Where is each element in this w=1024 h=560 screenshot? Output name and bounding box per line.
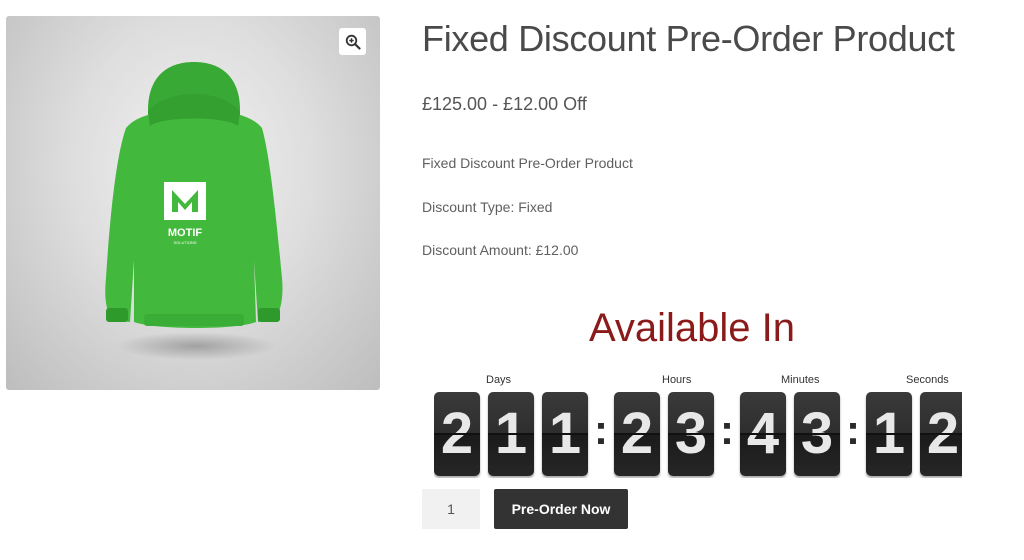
- days-digit: 2: [434, 392, 480, 476]
- discount-type-line: Discount Type: Fixed: [422, 199, 553, 215]
- time-separator: :: [846, 406, 860, 453]
- zoom-button[interactable]: [339, 28, 366, 55]
- hours-label: Hours: [662, 374, 692, 386]
- svg-text:SOLUTIONS: SOLUTIONS: [173, 240, 196, 245]
- days-digit: 1: [542, 392, 588, 476]
- product-price: £125.00 - £12.00 Off: [422, 94, 587, 114]
- pre-order-button[interactable]: Pre-Order Now: [494, 489, 628, 529]
- hours-digit: 2: [614, 392, 660, 476]
- seconds-digit: 1: [866, 392, 912, 476]
- motif-logo-badge: [164, 182, 206, 220]
- minutes-digit: 3: [794, 392, 840, 476]
- minutes-label: Minutes: [781, 374, 820, 386]
- seconds-digit: 2: [920, 392, 962, 476]
- description-line: Fixed Discount Pre-Order Product: [422, 155, 633, 171]
- days-digit: 1: [488, 392, 534, 476]
- product-title: Fixed Discount Pre-Order Product: [422, 18, 955, 59]
- hoodie-product-image: MOTIF SOLUTIONS: [105, 62, 283, 360]
- days-label: Days: [486, 374, 512, 386]
- seconds-label: Seconds: [906, 374, 949, 386]
- svg-text:MOTIF: MOTIF: [168, 227, 202, 239]
- minutes-digit: 4: [740, 392, 786, 476]
- countdown-timer: 2 1 1 : 2 3 : 4 3 : 1 2: [434, 392, 962, 478]
- discount-amount-line: Discount Amount: £12.00: [422, 242, 579, 258]
- countdown-heading: Available In: [588, 306, 796, 350]
- product-image-gallery[interactable]: MOTIF SOLUTIONS: [6, 16, 380, 390]
- time-separator: :: [720, 406, 734, 453]
- time-separator: :: [594, 406, 608, 453]
- quantity-input[interactable]: [422, 489, 480, 529]
- hours-digit: 3: [668, 392, 714, 476]
- magnify-plus-icon: [345, 34, 361, 50]
